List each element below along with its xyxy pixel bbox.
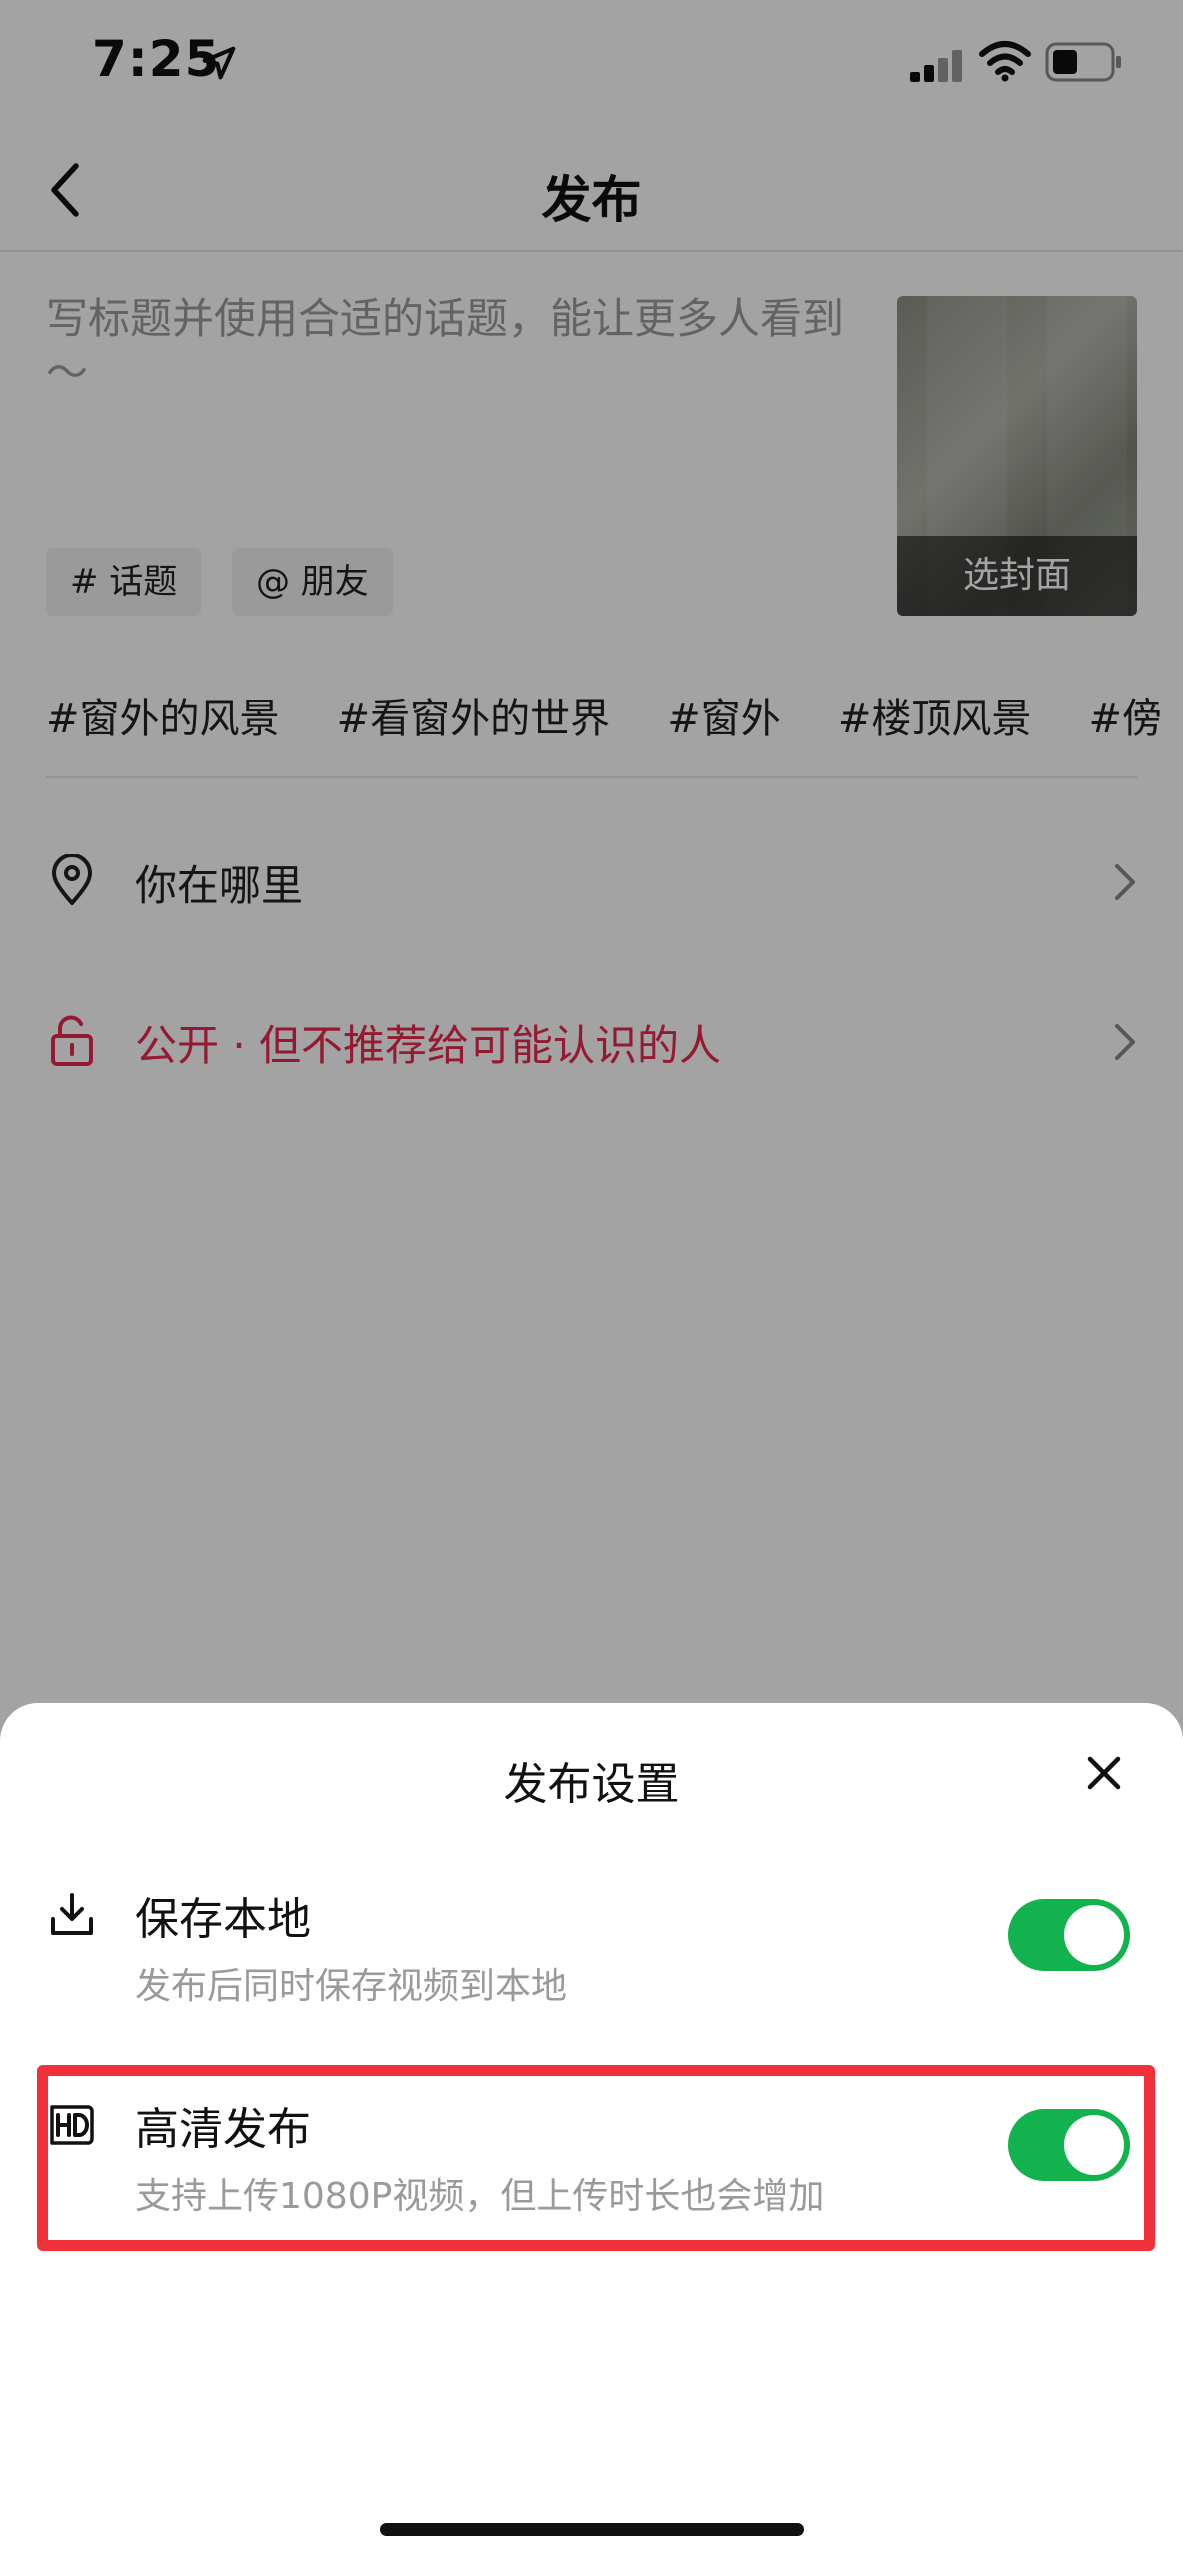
highlight-annotation — [37, 2065, 1155, 2251]
toggle-knob — [1064, 1905, 1124, 1965]
save-local-toggle[interactable] — [1008, 1899, 1130, 1971]
save-local-description: 发布后同时保存视频到本地 — [135, 1966, 568, 2007]
home-indicator — [380, 2523, 804, 2536]
sheet-title: 发布设置 — [503, 1759, 680, 1810]
save-local-setting: 保存本地 发布后同时保存视频到本地 — [0, 1853, 1183, 2043]
close-icon[interactable] — [1086, 1755, 1122, 1791]
download-icon — [51, 1893, 93, 1935]
save-local-title: 保存本地 — [135, 1894, 311, 1945]
